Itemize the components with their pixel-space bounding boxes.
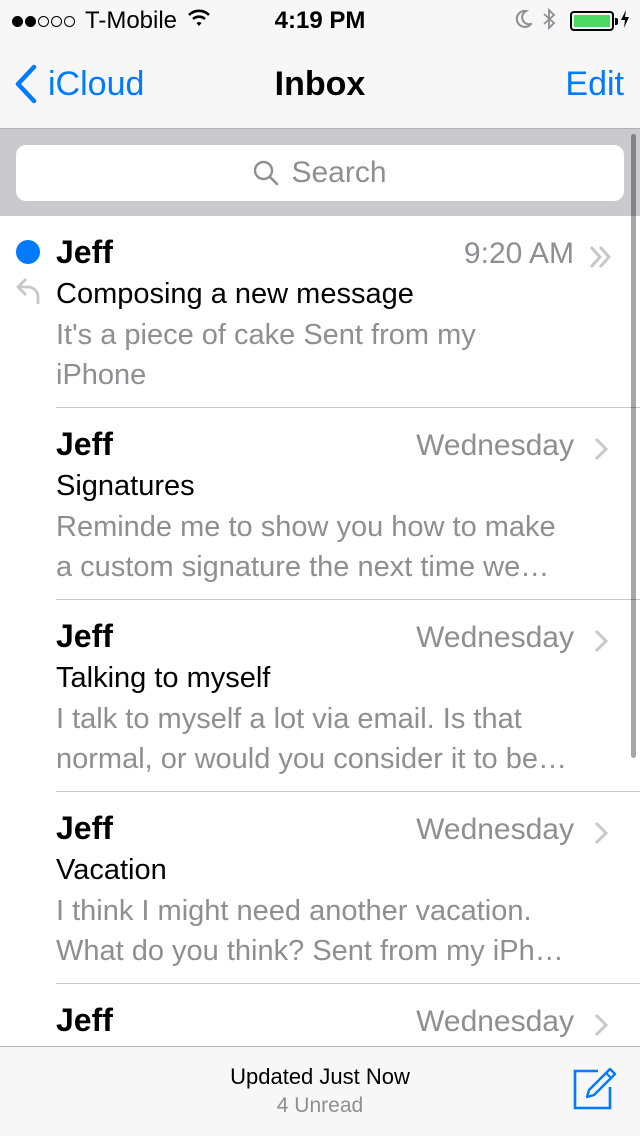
update-status: Updated Just Now (230, 1064, 410, 1089)
page-title: Inbox (274, 65, 366, 103)
message-subject: Vacation (56, 854, 167, 886)
compose-icon[interactable] (572, 1067, 618, 1116)
edit-button[interactable]: Edit (565, 60, 624, 108)
message-preview: It's a piece of cake Sent from my iPhone (56, 315, 612, 395)
message-row[interactable]: Jeff Wednesday Vacation I think I might … (0, 792, 640, 984)
message-row[interactable]: Jeff Wednesday Signatures Reminde me to … (0, 408, 640, 600)
message-row[interactable]: Jeff Wednesday Talking to myself I talk … (0, 600, 640, 792)
message-subject: Talking to myself (56, 662, 271, 694)
chevron-right-icon (588, 628, 614, 659)
search-icon (253, 160, 291, 186)
message-list: Jeff 9:20 AM Composing a new message It'… (0, 216, 640, 1046)
message-row[interactable]: Jeff 9:20 AM Composing a new message It'… (0, 216, 640, 408)
message-sender: Jeff (56, 810, 113, 846)
double-chevron-icon (588, 244, 614, 275)
message-preview-line: It's a piece of cake Sent from my (56, 319, 476, 351)
message-preview: I talk to myself a lot via email. Is tha… (56, 699, 612, 779)
message-sender: Jeff (56, 426, 113, 462)
chevron-right-icon (588, 1012, 614, 1043)
status-bar: T-Mobile 4:19 PM (0, 0, 640, 40)
chevron-right-icon (588, 820, 614, 851)
charging-icon (620, 9, 630, 34)
unread-count: 4 Unread (276, 1094, 364, 1117)
moon-icon (514, 9, 534, 34)
message-date: Wednesday (416, 621, 574, 654)
message-date: Wednesday (416, 429, 574, 462)
battery-icon (570, 11, 618, 31)
unread-indicator (16, 240, 40, 264)
message-subject: Signatures (56, 470, 195, 502)
message-date: Wednesday (416, 813, 574, 846)
chevron-right-icon (588, 436, 614, 467)
navigation-bar: iCloud Inbox Edit (0, 40, 640, 128)
message-date: Wednesday (416, 1005, 574, 1038)
message-row[interactable]: Jeff Wednesday (0, 984, 640, 1046)
message-sender: Jeff (56, 1002, 113, 1038)
message-preview-line: I talk to myself a lot via email. Is tha… (56, 703, 522, 735)
search-placeholder: Search (291, 156, 387, 189)
message-sender: Jeff (56, 234, 113, 270)
message-preview-line: a custom signature the next time we… (56, 551, 550, 583)
message-preview-line: iPhone (56, 359, 147, 391)
message-preview-line: What do you think? Sent from my iPh… (56, 935, 564, 967)
replied-icon (16, 276, 42, 311)
status-right (514, 6, 630, 36)
message-preview: I think I might need another vacation. W… (56, 891, 612, 971)
message-preview-line: normal, or would you consider it to be… (56, 743, 567, 775)
message-preview-line: I think I might need another vacation. (56, 895, 532, 927)
bottom-toolbar: Updated Just Now 4 Unread (0, 1046, 640, 1136)
message-subject: Composing a new message (56, 278, 414, 310)
message-preview-line: Reminde me to show you how to make (56, 511, 556, 543)
bluetooth-icon (542, 7, 556, 36)
scroll-indicator[interactable] (631, 134, 636, 758)
search-bar: Search (0, 128, 640, 216)
message-date: 9:20 AM (463, 237, 574, 270)
message-sender: Jeff (56, 618, 113, 654)
search-input[interactable]: Search (16, 145, 624, 201)
message-preview: Reminde me to show you how to make a cus… (56, 507, 612, 587)
